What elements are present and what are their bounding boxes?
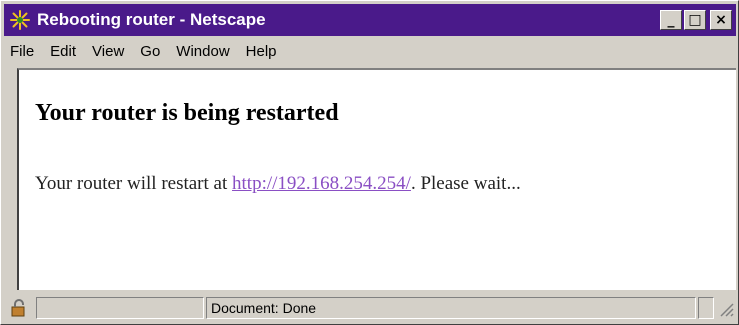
status-progress-cell bbox=[36, 296, 204, 319]
minimize-button[interactable]: _ bbox=[660, 10, 682, 30]
page-content[interactable]: Your router is being restarted Your rout… bbox=[17, 68, 736, 290]
maximize-button[interactable]: □ bbox=[684, 10, 706, 30]
resize-grip-icon[interactable] bbox=[716, 299, 734, 317]
menu-bar: File Edit View Go Window Help bbox=[4, 38, 736, 64]
minimize-icon: _ bbox=[667, 12, 675, 28]
window-controls: _ □ × bbox=[660, 10, 732, 30]
close-icon: × bbox=[715, 12, 727, 28]
router-link[interactable]: http://192.168.254.254/ bbox=[232, 173, 411, 194]
menu-help[interactable]: Help bbox=[237, 43, 284, 60]
menu-edit[interactable]: Edit bbox=[41, 43, 83, 60]
status-text: Document: Done bbox=[206, 296, 696, 319]
browser-window: Rebooting router - Netscape _ □ × File E… bbox=[0, 0, 739, 325]
status-bar: Document: Done bbox=[4, 293, 736, 322]
window-title: Rebooting router - Netscape bbox=[37, 10, 266, 29]
status-extra-cell bbox=[698, 296, 714, 319]
message-text-before: Your router will restart at bbox=[35, 173, 233, 194]
page-message: Your router will restart at http://192.1… bbox=[35, 173, 521, 195]
menu-go[interactable]: Go bbox=[131, 43, 167, 60]
message-text-after: . Please wait... bbox=[410, 173, 521, 194]
netscape-app-icon bbox=[9, 9, 31, 31]
security-lock-icon[interactable] bbox=[4, 296, 36, 320]
close-button[interactable]: × bbox=[710, 10, 732, 30]
menu-file[interactable]: File bbox=[4, 43, 41, 60]
menu-window[interactable]: Window bbox=[167, 43, 236, 60]
page-heading: Your router is being restarted bbox=[35, 100, 339, 126]
title-bar[interactable]: Rebooting router - Netscape _ □ × bbox=[4, 4, 736, 36]
maximize-icon: □ bbox=[688, 12, 702, 28]
menu-view[interactable]: View bbox=[83, 43, 131, 60]
